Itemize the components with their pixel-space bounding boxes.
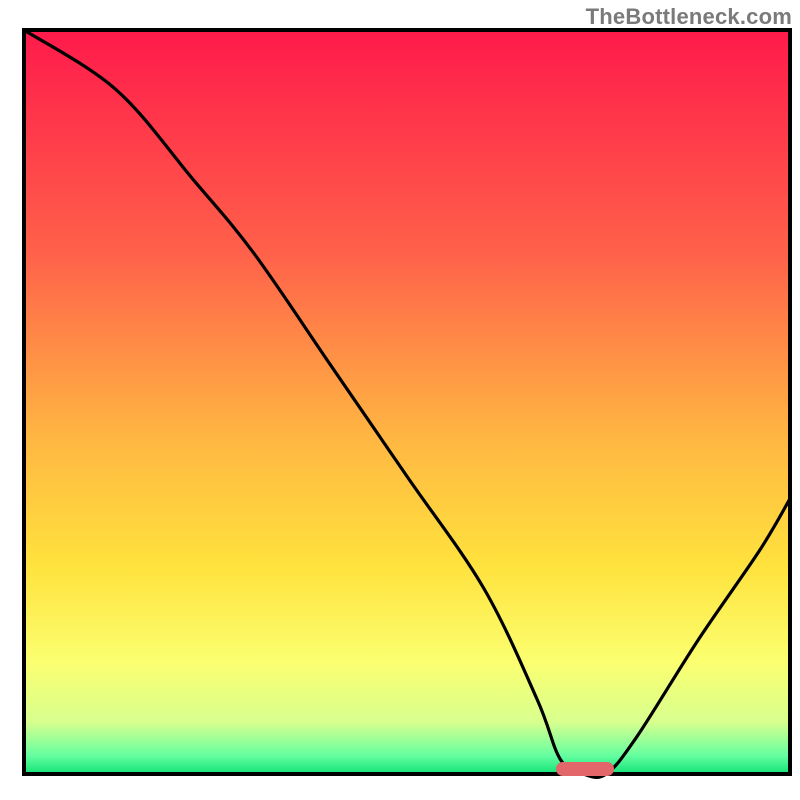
chart-background (24, 30, 790, 774)
chart-root: TheBottleneck.com (0, 0, 800, 800)
bottleneck-chart (0, 0, 800, 800)
watermark-label: TheBottleneck.com (586, 4, 792, 30)
optimal-range-marker (556, 762, 614, 776)
